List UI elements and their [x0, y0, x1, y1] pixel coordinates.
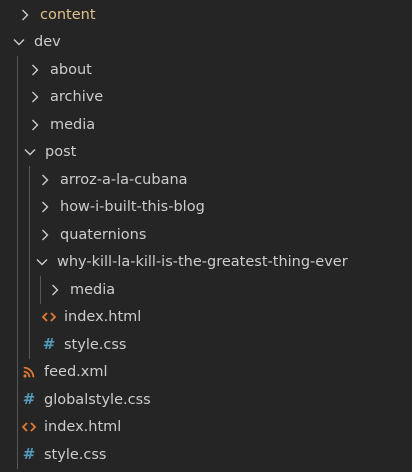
css-file-icon: #	[42, 335, 56, 354]
indent-guide	[17, 138, 18, 166]
tree-item-file-style-css[interactable]: # style.css	[0, 441, 412, 469]
chevron-right-icon[interactable]	[46, 281, 64, 299]
file-explorer-tree: content dev about archive media post arr…	[0, 0, 412, 472]
file-label-globalstyle-css: globalstyle.css	[44, 391, 151, 408]
indent-guide	[17, 56, 18, 84]
tree-item-folder-dev[interactable]: dev	[0, 29, 412, 57]
folder-label-about: about	[50, 61, 92, 78]
tree-item-folder-about[interactable]: about	[0, 56, 412, 84]
indent-guide	[29, 331, 30, 359]
indent-guide	[17, 413, 18, 441]
folder-label-why-kill-la-kill: why-kill-la-kill-is-the-greatest-thing-e…	[57, 254, 348, 270]
folder-label-arroz-a-la-cubana: arroz-a-la-cubana	[60, 171, 188, 188]
indent-guide	[17, 386, 18, 414]
tree-item-folder-why-kill-la-kill[interactable]: why-kill-la-kill-is-the-greatest-thing-e…	[0, 248, 412, 276]
folder-label-media-nested: media	[70, 281, 116, 298]
chevron-right-icon[interactable]	[36, 198, 54, 216]
chevron-down-icon[interactable]	[10, 33, 28, 51]
tree-item-file-index-html[interactable]: index.html	[0, 413, 412, 441]
file-label-index-html-nested: index.html	[64, 309, 142, 325]
tree-item-folder-archive[interactable]: archive	[0, 83, 412, 111]
indent-guide	[17, 83, 18, 111]
folder-label-content: content	[40, 6, 96, 23]
file-label-style-css-nested: style.css	[64, 336, 127, 353]
tree-item-folder-arroz-a-la-cubana[interactable]: arroz-a-la-cubana	[0, 166, 412, 194]
chevron-down-icon[interactable]	[33, 253, 51, 271]
tree-item-file-index-html-nested[interactable]: index.html	[0, 303, 412, 331]
css-file-icon: #	[22, 445, 36, 464]
tree-item-folder-media-nested[interactable]: media	[0, 276, 412, 304]
tree-item-folder-post[interactable]: post	[0, 138, 412, 166]
indent-guide	[29, 193, 30, 221]
html-file-icon	[40, 308, 58, 326]
tree-item-folder-quaternions[interactable]: quaternions	[0, 221, 412, 249]
indent-guide	[17, 193, 18, 221]
html-file-icon	[20, 418, 38, 436]
indent-guide	[17, 166, 18, 194]
css-file-icon: #	[22, 390, 36, 409]
indent-guide	[17, 276, 18, 304]
chevron-right-icon[interactable]	[36, 171, 54, 189]
chevron-right-icon[interactable]	[36, 226, 54, 244]
tree-item-folder-how-i-built-this-blog[interactable]: how-i-built-this-blog	[0, 193, 412, 221]
chevron-right-icon[interactable]	[26, 88, 44, 106]
file-label-style-css: style.css	[44, 446, 107, 463]
indent-guide	[29, 221, 30, 249]
tree-item-file-feed-xml[interactable]: feed.xml	[0, 358, 412, 386]
indent-guide	[17, 248, 18, 276]
indent-guide	[40, 276, 41, 304]
indent-guide	[17, 221, 18, 249]
rss-feed-icon	[20, 363, 38, 381]
indent-guide	[17, 441, 18, 469]
folder-label-how-i-built-this-blog: how-i-built-this-blog	[60, 199, 205, 215]
indent-guide	[17, 331, 18, 359]
folder-label-archive: archive	[50, 89, 104, 105]
file-label-index-html: index.html	[44, 419, 122, 435]
chevron-right-icon[interactable]	[16, 6, 34, 24]
indent-guide	[17, 111, 18, 139]
tree-item-file-style-css-nested[interactable]: # style.css	[0, 331, 412, 359]
indent-guide	[29, 303, 30, 331]
chevron-down-icon[interactable]	[21, 143, 39, 161]
indent-guide	[17, 303, 18, 331]
tree-item-file-globalstyle-css[interactable]: # globalstyle.css	[0, 386, 412, 414]
folder-label-quaternions: quaternions	[60, 226, 147, 243]
indent-guide	[29, 276, 30, 304]
file-label-feed-xml: feed.xml	[44, 364, 108, 380]
indent-guide	[29, 248, 30, 276]
indent-guide	[17, 358, 18, 386]
tree-item-folder-media[interactable]: media	[0, 111, 412, 139]
folder-label-post: post	[45, 144, 77, 160]
chevron-right-icon[interactable]	[26, 116, 44, 134]
chevron-right-icon[interactable]	[26, 61, 44, 79]
folder-label-dev: dev	[34, 34, 61, 50]
folder-label-media: media	[50, 116, 96, 133]
indent-guide	[29, 166, 30, 194]
tree-item-folder-content[interactable]: content	[0, 1, 412, 29]
